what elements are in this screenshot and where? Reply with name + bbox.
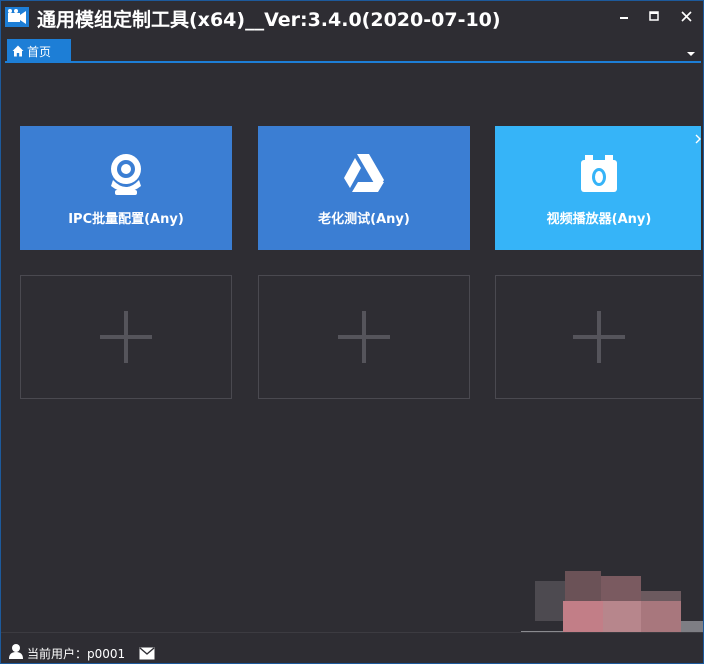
app-logo-icon [5, 7, 29, 27]
tab-menu-button[interactable] [685, 45, 697, 57]
add-module-slot[interactable] [495, 275, 701, 399]
minimize-icon [620, 17, 628, 19]
tile-video-label: 视频播放器(Any) [546, 212, 652, 227]
maximize-button[interactable] [641, 5, 667, 27]
window-title: 通用模组定制工具(x64)__Ver:3.4.0(2020-07-10) [37, 9, 501, 31]
home-icon [12, 45, 24, 57]
plus-icon [338, 311, 390, 363]
close-button[interactable] [673, 5, 699, 27]
webcam-icon [102, 150, 150, 198]
close-icon [680, 10, 692, 22]
add-module-slot[interactable] [20, 275, 232, 399]
tile-ipc-label: IPC批量配置(Any) [68, 212, 184, 227]
tile-scroll-right-button[interactable] [693, 130, 701, 144]
tile-aging-test[interactable]: 老化测试(Any) [258, 126, 470, 250]
status-bar: 当前用户：p0001 [1, 632, 703, 663]
user-icon [9, 643, 23, 659]
tab-strip: 首页 [5, 37, 701, 63]
title-bar: 通用模组定制工具(x64)__Ver:3.4.0(2020-07-10) [1, 1, 703, 33]
app-window: 通用模组定制工具(x64)__Ver:3.4.0(2020-07-10) 首页 [0, 0, 704, 664]
minimize-button[interactable] [611, 5, 637, 27]
chevron-down-icon [687, 52, 695, 56]
tile-ipc-batch-config[interactable]: IPC批量配置(Any) [20, 126, 232, 250]
tile-aging-label: 老化测试(Any) [318, 212, 410, 227]
add-module-slot[interactable] [258, 275, 470, 399]
tab-home-label: 首页 [27, 44, 52, 59]
plus-icon [100, 311, 152, 363]
tab-home[interactable]: 首页 [7, 39, 71, 63]
chevron-right-icon [695, 134, 701, 144]
maximize-icon [649, 11, 659, 21]
home-content: IPC批量配置(Any) 老化测试(Any) 视频播放器(Any) [5, 65, 701, 631]
camera-icon [575, 150, 623, 198]
plus-icon [573, 311, 625, 363]
tile-video-player[interactable]: 视频播放器(Any) [495, 126, 701, 250]
drive-triangle-icon [340, 150, 388, 198]
current-user-label: 当前用户：p0001 [27, 647, 126, 661]
mail-icon[interactable] [139, 645, 155, 660]
